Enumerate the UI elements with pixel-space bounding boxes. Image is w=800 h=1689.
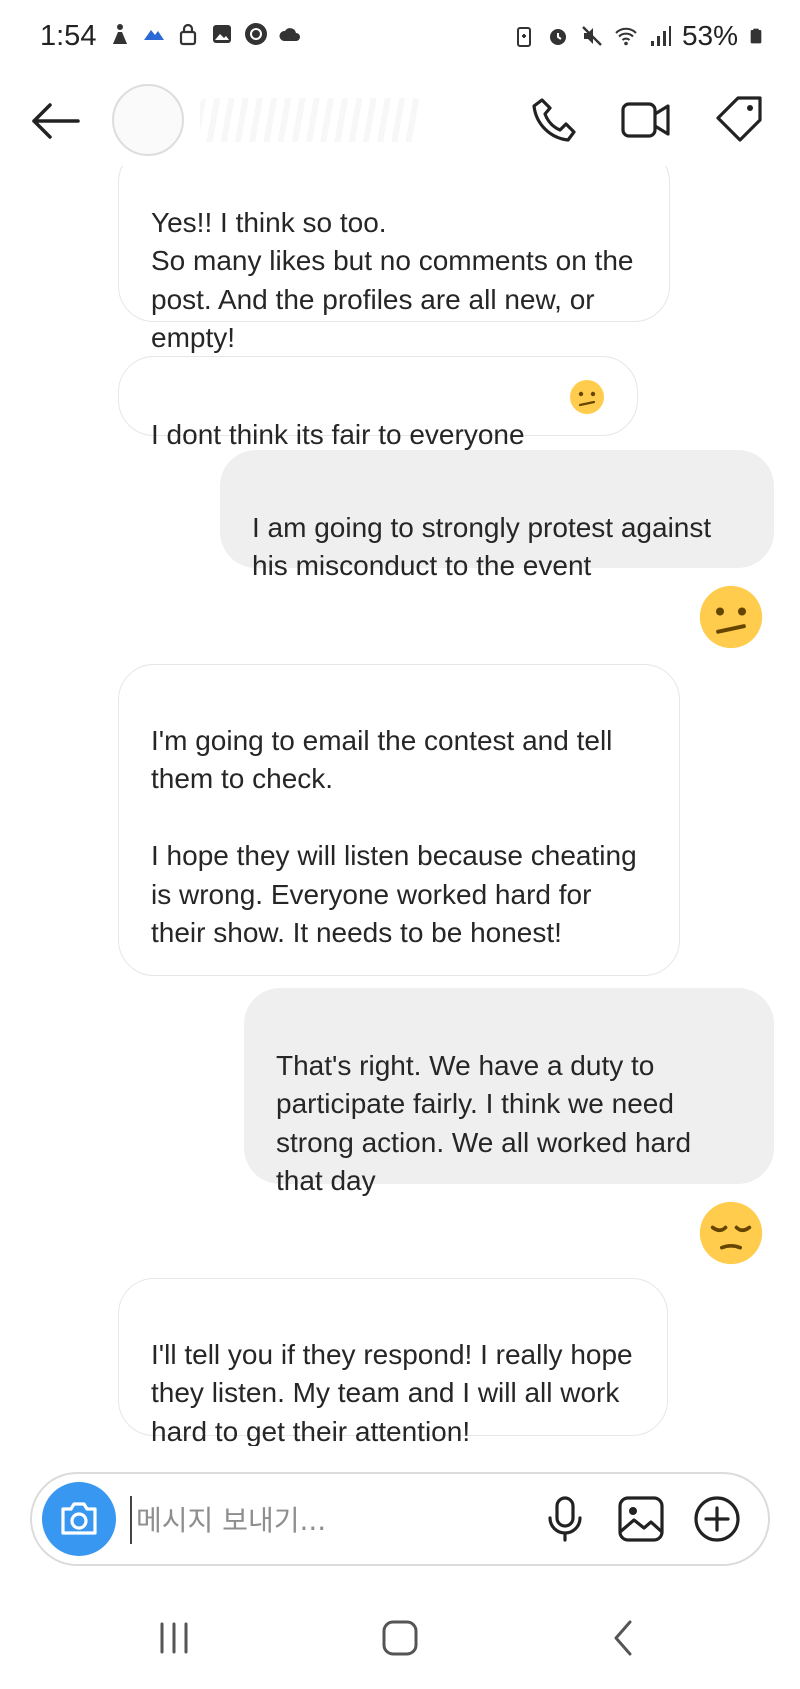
pensive-face-icon[interactable] (698, 1200, 764, 1266)
message-thread[interactable]: Yes!! I think so too. So many likes but … (0, 166, 800, 1446)
camera-button[interactable] (42, 1482, 116, 1556)
message-text: That's right. We have a duty to particip… (276, 1049, 692, 1197)
status-notification-icons (108, 22, 302, 46)
message-bubble-received[interactable]: I'm going to email the contest and tell … (118, 664, 680, 976)
chat-header (0, 76, 800, 166)
message-bubble-sent[interactable]: That's right. We have a duty to particip… (244, 988, 774, 1196)
video-icon[interactable] (620, 94, 672, 146)
confused-face-icon[interactable] (698, 584, 764, 650)
message-bubble-received[interactable]: I dont think its fair to everyone (118, 356, 638, 450)
oklock-icon (245, 23, 267, 45)
phone-icon[interactable] (528, 94, 580, 146)
message-text: I dont think its fair to everyone (151, 418, 525, 450)
battery-percentage: 53% (681, 20, 738, 51)
gallery-icon[interactable] (616, 1494, 666, 1544)
avatar[interactable] (112, 84, 184, 156)
mountain-icon (144, 30, 164, 40)
contact-name-redacted[interactable] (200, 98, 420, 142)
accessibility-icon (113, 24, 127, 44)
message-text: Yes!! I think so too. So many likes but … (151, 206, 634, 354)
camera-icon (61, 1502, 97, 1535)
message-text: I am going to strongly protest against h… (252, 511, 712, 582)
back-icon[interactable] (600, 1616, 648, 1660)
message-text: I'll tell you if they respond! I really … (151, 1338, 633, 1447)
wifi-icon (615, 27, 637, 46)
status-bar: 1:54 53% (0, 0, 800, 76)
back-arrow-icon[interactable] (28, 96, 82, 146)
cloud-icon (279, 28, 300, 41)
confused-face-icon (570, 380, 604, 414)
home-icon[interactable] (376, 1616, 424, 1660)
message-text: I'm going to email the contest and tell … (151, 724, 637, 949)
lock-icon (179, 23, 197, 46)
add-icon[interactable] (692, 1494, 742, 1544)
battery-saver-icon (516, 27, 531, 47)
message-bubble-received[interactable]: I'll tell you if they respond! I really … (118, 1278, 668, 1446)
gallery-icon (213, 25, 231, 43)
recent-apps-icon[interactable] (150, 1616, 198, 1660)
status-system-icons: 53% (512, 20, 764, 52)
message-bubble-sent[interactable]: I am going to strongly protest against h… (220, 450, 774, 581)
tag-icon[interactable] (714, 94, 766, 146)
mute-icon (582, 26, 602, 46)
alarm-icon (549, 29, 566, 45)
battery-icon (750, 28, 762, 44)
signal-icon (650, 26, 671, 46)
microphone-icon[interactable] (540, 1494, 590, 1544)
message-composer (30, 1472, 770, 1566)
message-bubble-received[interactable]: Yes!! I think so too. So many likes but … (118, 166, 670, 353)
system-nav-bar (0, 1590, 800, 1689)
message-input[interactable] (130, 1496, 538, 1544)
status-time: 1:54 (40, 20, 97, 52)
